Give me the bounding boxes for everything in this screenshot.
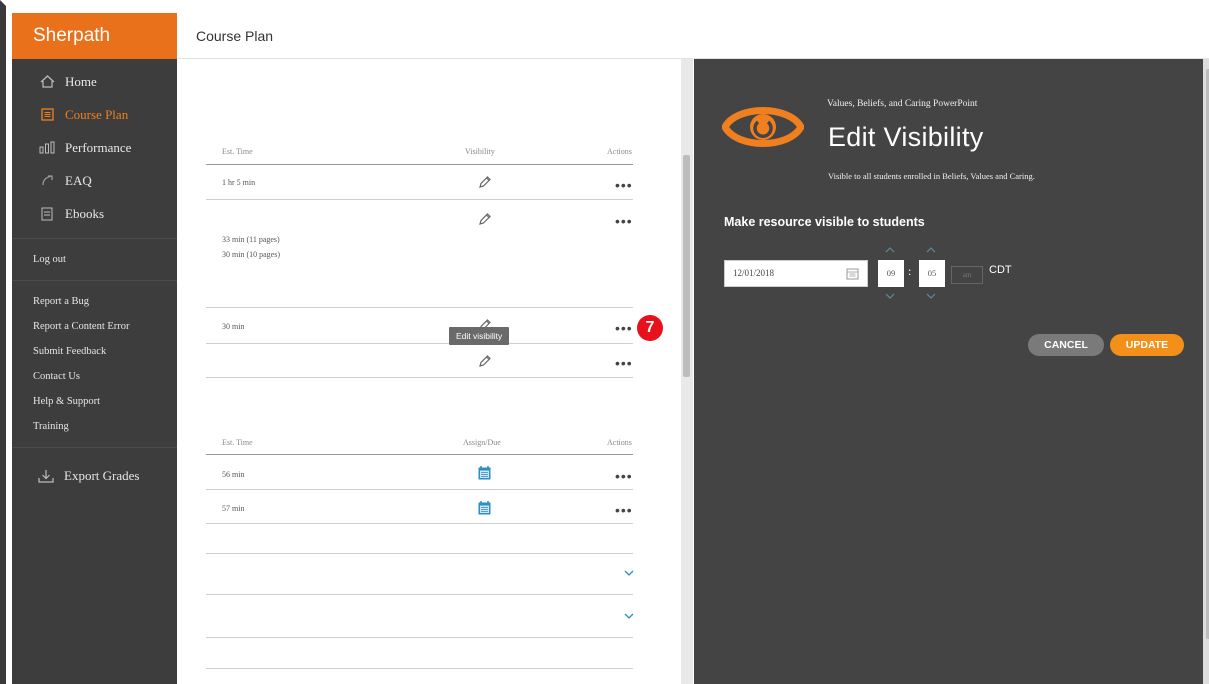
sidebar: Sherpath Home Course Plan Performance EA… xyxy=(12,13,177,684)
ampm-toggle[interactable]: am xyxy=(951,266,983,284)
sidebar-item-label: Performance xyxy=(65,139,132,155)
divider xyxy=(12,280,177,281)
sidebar-item-label: EAQ xyxy=(65,172,92,188)
minute-down-arrow[interactable] xyxy=(926,291,936,301)
timezone-label: CDT xyxy=(989,264,1012,276)
report-bug-link[interactable]: Report a Bug xyxy=(12,289,177,314)
section-title: Make resource visible to students xyxy=(724,215,925,229)
download-icon xyxy=(38,469,56,483)
divider xyxy=(206,668,633,669)
divider xyxy=(206,637,633,638)
performance-icon xyxy=(38,141,56,155)
brand-logo[interactable]: Sherpath xyxy=(12,13,177,59)
help-support-link[interactable]: Help & Support xyxy=(12,389,177,414)
eaq-icon xyxy=(38,174,56,188)
row-est-time: 1 hr 5 min xyxy=(222,178,256,187)
eye-icon xyxy=(721,97,805,157)
col-header-actions: Actions xyxy=(607,438,632,447)
row-est-time: 57 min xyxy=(222,504,245,513)
actions-menu-button[interactable]: ••• xyxy=(615,178,633,192)
chevron-down-icon[interactable] xyxy=(624,611,634,623)
visibility-description: Visible to all students enrolled in Beli… xyxy=(828,171,1035,181)
step-number-badge: 7 xyxy=(637,315,663,341)
page-title: Course Plan xyxy=(196,28,274,44)
time-separator: : xyxy=(908,264,912,278)
sidebar-item-label: Course Plan xyxy=(65,106,129,122)
divider xyxy=(206,454,633,455)
actions-menu-button[interactable]: ••• xyxy=(615,356,633,370)
pencil-icon[interactable] xyxy=(478,175,492,189)
cancel-button[interactable]: CANCEL xyxy=(1028,334,1104,356)
date-value: 12/01/2018 xyxy=(733,268,775,278)
content-scrollbar-thumb[interactable] xyxy=(683,155,690,377)
panel-scrollbar[interactable] xyxy=(1203,59,1209,684)
divider xyxy=(206,553,633,554)
divider xyxy=(12,238,177,239)
sidebar-nav: Home Course Plan Performance EAQ Ebooks xyxy=(12,59,177,230)
sidebar-item-performance[interactable]: Performance xyxy=(12,131,177,164)
sidebar-item-eaq[interactable]: EAQ xyxy=(12,164,177,197)
divider xyxy=(206,199,633,200)
submit-feedback-link[interactable]: Submit Feedback xyxy=(12,339,177,364)
panel-title: Edit Visibility xyxy=(828,122,984,152)
divider xyxy=(206,523,633,524)
export-grades-label: Export Grades xyxy=(64,468,140,483)
hour-up-arrow[interactable] xyxy=(885,245,895,255)
hour-input[interactable]: 09 xyxy=(878,260,904,287)
sidebar-item-label: Home xyxy=(65,73,97,89)
sidebar-item-ebooks[interactable]: Ebooks xyxy=(12,197,177,230)
pencil-icon[interactable] xyxy=(478,212,492,226)
sidebar-item-course-plan[interactable]: Course Plan xyxy=(12,98,177,131)
page-header: Course Plan xyxy=(177,13,1209,59)
ebooks-icon xyxy=(38,207,56,221)
contact-us-link[interactable]: Contact Us xyxy=(12,364,177,389)
sidebar-item-home[interactable]: Home xyxy=(12,65,177,98)
minute-input[interactable]: 05 xyxy=(919,260,945,287)
actions-menu-button[interactable]: ••• xyxy=(615,214,633,228)
col-header-est-time: Est. Time xyxy=(222,438,253,447)
actions-menu-button[interactable]: ••• xyxy=(615,469,633,483)
app-window: Sherpath Home Course Plan Performance EA… xyxy=(0,0,1209,684)
row-est-time: 33 min (11 pages) xyxy=(222,235,280,244)
minute-up-arrow[interactable] xyxy=(926,245,936,255)
sidebar-item-label: Ebooks xyxy=(65,205,104,221)
home-icon xyxy=(38,75,56,89)
divider xyxy=(206,343,633,344)
col-header-actions: Actions xyxy=(607,147,632,156)
col-header-est-time: Est. Time xyxy=(222,147,253,156)
divider xyxy=(206,307,633,308)
row-est-time: 30 min (10 pages) xyxy=(222,250,280,259)
calendar-icon[interactable] xyxy=(478,501,491,515)
row-est-time: 30 min xyxy=(222,322,245,331)
divider xyxy=(206,164,633,165)
divider xyxy=(206,489,633,490)
report-content-error-link[interactable]: Report a Content Error xyxy=(12,314,177,339)
col-header-assign-due: Assign/Due xyxy=(463,438,501,447)
calendar-icon[interactable] xyxy=(478,466,491,480)
edit-visibility-panel: Values, Beliefs, and Caring PowerPoint E… xyxy=(694,59,1209,684)
divider xyxy=(12,447,177,448)
course-plan-content: Est. Time Visibility Actions 1 hr 5 min … xyxy=(177,59,663,684)
training-link[interactable]: Training xyxy=(12,414,177,439)
chevron-down-icon[interactable] xyxy=(624,568,634,580)
update-button[interactable]: UPDATE xyxy=(1110,334,1184,356)
date-field[interactable]: 12/01/2018 xyxy=(724,260,868,287)
row-est-time: 56 min xyxy=(222,470,245,479)
divider xyxy=(206,594,633,595)
course-plan-icon xyxy=(38,108,56,122)
edit-visibility-tooltip: Edit visibility xyxy=(449,327,510,345)
actions-menu-button[interactable]: ••• xyxy=(615,321,633,335)
pencil-icon[interactable] xyxy=(478,354,492,368)
resource-subtitle: Values, Beliefs, and Caring PowerPoint xyxy=(827,99,978,109)
hour-down-arrow[interactable] xyxy=(885,291,895,301)
actions-menu-button[interactable]: ••• xyxy=(615,503,633,517)
col-header-visibility: Visibility xyxy=(465,147,495,156)
divider xyxy=(206,377,633,378)
calendar-icon[interactable] xyxy=(846,267,859,280)
export-grades-button[interactable]: Export Grades xyxy=(12,456,177,496)
logout-link[interactable]: Log out xyxy=(12,247,177,272)
